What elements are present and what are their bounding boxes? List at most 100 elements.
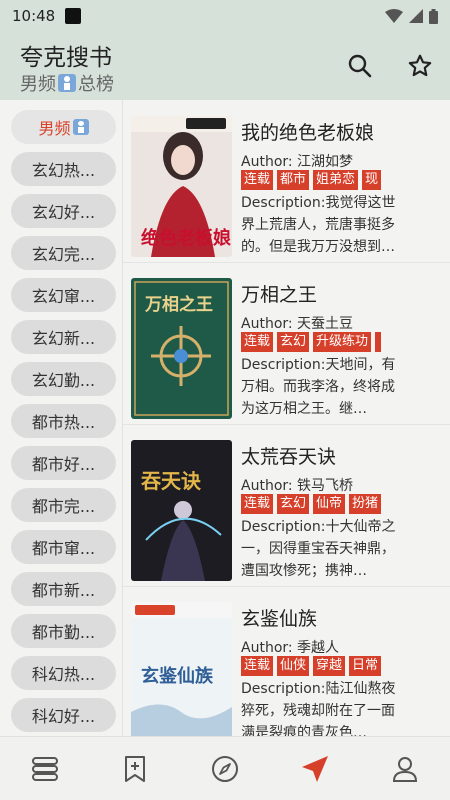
tag: 仙帝: [313, 494, 346, 514]
sidebar-item-label: 都市好...: [31, 455, 96, 474]
book-author: Author: 铁马飞桥: [241, 478, 354, 494]
sidebar-item-label: 都市窜...: [31, 539, 96, 558]
book-description: Description:我觉得这世界上荒唐人，荒唐事挺多的。但是我万万没想到…: [241, 195, 396, 255]
book-tags: 连载 玄幻 仙帝 扮猪: [241, 494, 441, 514]
book-description: Description:十大仙帝之一，因得重宝吞天神鼎，遭国攻惨死；携神…: [241, 519, 396, 579]
sidebar-item[interactable]: 都市好...: [11, 446, 116, 480]
app-title: 夸克搜书: [20, 45, 112, 71]
sidebar-item[interactable]: 都市窜...: [11, 530, 116, 564]
book-item[interactable]: 吞天诀 太荒吞天诀 Author: 铁马飞桥 连载 玄幻 仙帝 扮猪 Descr…: [123, 424, 450, 587]
sidebar-item[interactable]: 都市完...: [11, 488, 116, 522]
tag: [375, 332, 382, 352]
favorite-button[interactable]: [404, 50, 436, 82]
sidebar-item-male[interactable]: 男频: [11, 110, 116, 144]
send-icon: [302, 755, 328, 782]
book-cover: 绝色老板娘: [131, 116, 232, 257]
book-item[interactable]: 万相之王 万相之王 Author: 天蚕土豆 连载 玄幻 升级练功 Descri…: [123, 262, 450, 425]
sidebar-item-label: 都市热...: [31, 413, 96, 432]
male-icon: [72, 119, 89, 135]
search-button[interactable]: [344, 50, 376, 82]
sidebar-item[interactable]: 玄幻勤...: [11, 362, 116, 396]
sidebar-item-label: 玄幻热...: [31, 161, 96, 180]
sidebar-item[interactable]: 都市新...: [11, 572, 116, 606]
sidebar-item-label: 玄幻窜...: [31, 287, 96, 306]
sidebar-item-label: 都市完...: [31, 497, 96, 516]
bookmark-add-icon: [125, 755, 145, 782]
tag: 现: [362, 170, 382, 190]
cover-image: 吞天诀: [131, 440, 232, 581]
sidebar-item[interactable]: 玄幻完...: [11, 236, 116, 270]
compass-icon: [212, 755, 238, 782]
sidebar-item-label: 玄幻新...: [31, 329, 96, 348]
book-tags: 连载 都市 姐弟恋 现: [241, 170, 441, 190]
sidebar-item[interactable]: 玄幻热...: [11, 152, 116, 186]
status-icons: [385, 8, 438, 24]
sidebar-item-label: 科幻好...: [31, 707, 96, 726]
book-author: Author: 江湖如梦: [241, 154, 354, 170]
subtitle-prefix: 男频: [20, 74, 56, 95]
sidebar-item-label: 都市勤...: [31, 623, 96, 642]
tag: 连载: [241, 494, 274, 514]
nav-bookshelf[interactable]: [0, 737, 90, 800]
book-list: 绝色老板娘 我的绝色老板娘 Author: 江湖如梦 连载 都市 姐弟恋 现 D…: [123, 100, 450, 736]
book-tags: 连载 仙侠 穿越 日常: [241, 656, 441, 676]
battery-icon: [429, 8, 438, 24]
book-cover: 玄鉴仙族: [131, 602, 232, 736]
book-title: 玄鉴仙族: [241, 608, 318, 630]
book-description: Description:天地间，有万相。而我李洛，终将成为这万相之王。继…: [241, 357, 396, 417]
sidebar-item[interactable]: 玄幻新...: [11, 320, 116, 354]
sidebar-item[interactable]: 科幻热...: [11, 656, 116, 690]
cover-image: 玄鉴仙族: [131, 602, 232, 736]
book-title: 万相之王: [241, 284, 318, 306]
sidebar-item[interactable]: 科幻好...: [11, 698, 116, 732]
tag: 姐弟恋: [313, 170, 359, 190]
sidebar-item-label: 玄幻好...: [31, 203, 96, 222]
tag: 仙侠: [277, 656, 310, 676]
status-time: 10:48: [12, 7, 56, 25]
signal-icon: [409, 9, 423, 23]
nav-bookmark[interactable]: [90, 737, 180, 800]
tag: 连载: [241, 170, 274, 190]
tag: 扮猪: [349, 494, 382, 514]
category-sidebar: 男频 玄幻热... 玄幻好... 玄幻完... 玄幻窜... 玄幻新... 玄幻…: [0, 100, 122, 736]
book-item[interactable]: 绝色老板娘 我的绝色老板娘 Author: 江湖如梦 连载 都市 姐弟恋 现 D…: [123, 100, 450, 263]
sidebar-item[interactable]: 玄幻窜...: [11, 278, 116, 312]
sidebar-item[interactable]: 都市热...: [11, 404, 116, 438]
stack-icon: [32, 756, 58, 781]
search-icon: [348, 54, 372, 78]
book-author: Author: 天蚕土豆: [241, 316, 354, 332]
cover-title: 万相之王: [144, 294, 213, 315]
cover-title: 绝色老板娘: [141, 227, 231, 249]
star-icon: [408, 54, 432, 77]
tag: 穿越: [313, 656, 346, 676]
cover-image: 万相之王: [131, 278, 232, 419]
sidebar-item-label: 玄幻完...: [31, 245, 96, 264]
nav-rank[interactable]: [270, 737, 360, 800]
app-bar: 夸克搜书 男频 总榜: [0, 32, 450, 100]
sidebar-item-label: 男频: [38, 119, 71, 138]
tag: 连载: [241, 332, 274, 352]
tag: 玄幻: [277, 332, 310, 352]
book-tags: 连载 玄幻 升级练功: [241, 332, 441, 352]
tag: 玄幻: [277, 494, 310, 514]
book-description: Description:陆江仙熬夜猝死，残魂却附在了一面满是裂痕的青灰色…: [241, 681, 396, 736]
sidebar-item-label: 科幻热...: [31, 665, 96, 684]
sidebar-item[interactable]: 玄幻好...: [11, 194, 116, 228]
status-bar: 10:48: [0, 0, 450, 32]
book-cover: 吞天诀: [131, 440, 232, 581]
book-item[interactable]: 玄鉴仙族 玄鉴仙族 Author: 季越人 连载 仙侠 穿越 日常 Descri…: [123, 586, 450, 736]
sidebar-item-label: 都市新...: [31, 581, 96, 600]
cover-title: 吞天诀: [141, 469, 202, 493]
nav-explore[interactable]: [180, 737, 270, 800]
tag: 连载: [241, 656, 274, 676]
sidebar-item[interactable]: 都市勤...: [11, 614, 116, 648]
person-icon: [392, 756, 418, 782]
tag: 都市: [277, 170, 310, 190]
app-subtitle: 男频 总榜: [20, 70, 114, 96]
notification-icon: [65, 8, 82, 24]
book-title: 我的绝色老板娘: [241, 122, 375, 144]
tag: 升级练功: [313, 332, 372, 352]
bottom-nav: [0, 736, 450, 800]
cover-title: 玄鉴仙族: [141, 665, 214, 687]
nav-profile[interactable]: [360, 737, 450, 800]
